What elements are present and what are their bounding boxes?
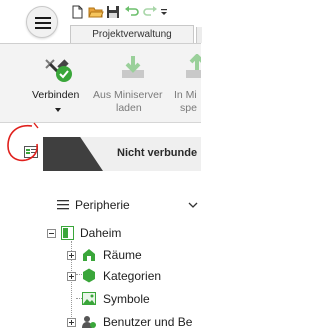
periphery-header[interactable]: Peripherie bbox=[57, 196, 201, 214]
save-label-line1: In Mi bbox=[174, 89, 197, 101]
redo-icon[interactable] bbox=[142, 5, 157, 19]
download-icon bbox=[122, 56, 144, 78]
undo-icon[interactable] bbox=[124, 5, 139, 19]
customize-toolbar-icon[interactable] bbox=[160, 5, 168, 19]
hamburger-icon bbox=[35, 17, 51, 19]
tree-item-label: Räume bbox=[103, 248, 142, 262]
tree-item-kategorien[interactable]: Kategorien bbox=[44, 266, 201, 286]
tree-item-label: Symbole bbox=[103, 292, 150, 306]
connect-label: Verbinden bbox=[32, 89, 80, 101]
main-menu-button[interactable] bbox=[26, 6, 58, 38]
expand-toggle[interactable] bbox=[67, 318, 76, 327]
collapse-toggle[interactable] bbox=[47, 229, 56, 238]
ribbon: Verbinden Aus Miniserver laden In Mi spe bbox=[0, 43, 201, 123]
periphery-title: Peripherie bbox=[75, 198, 130, 212]
open-folder-icon[interactable] bbox=[88, 5, 104, 19]
periphery-tree: Daheim Räume Kategorien Symbole Benutzer… bbox=[44, 223, 201, 330]
tree-item-daheim[interactable]: Daheim bbox=[44, 223, 201, 243]
save-icon[interactable] bbox=[106, 5, 120, 19]
tree-item-benutzer[interactable]: Benutzer und Be bbox=[44, 312, 201, 330]
room-icon bbox=[83, 249, 95, 261]
red-annotation-mark bbox=[7, 122, 39, 162]
tree-item-label: Benutzer und Be bbox=[103, 315, 193, 329]
chevron-down-icon bbox=[55, 108, 61, 112]
tree-item-symbole[interactable]: Symbole bbox=[44, 289, 201, 309]
tab-projektverwaltung[interactable]: Projektverwaltung bbox=[70, 25, 194, 43]
load-label-line1: Aus Miniserver bbox=[93, 89, 163, 101]
load-label-line2: laden bbox=[116, 102, 142, 114]
chevron-down-icon[interactable] bbox=[188, 202, 198, 209]
expand-toggle[interactable] bbox=[67, 272, 76, 281]
house-icon bbox=[61, 226, 74, 240]
tree-item-raeume[interactable]: Räume bbox=[44, 245, 201, 265]
upload-icon bbox=[186, 54, 201, 78]
save-label-line2: spe bbox=[180, 102, 197, 114]
users-icon bbox=[82, 316, 96, 328]
list-icon bbox=[57, 200, 69, 210]
quick-access-toolbar bbox=[70, 4, 168, 20]
save-to-miniserver-button[interactable]: In Mi spe bbox=[174, 52, 201, 118]
connection-status-text: Nicht verbunde bbox=[117, 147, 198, 159]
new-file-icon[interactable] bbox=[70, 5, 84, 19]
tree-item-label: Kategorien bbox=[103, 269, 162, 283]
expand-toggle[interactable] bbox=[67, 251, 76, 260]
connect-button[interactable]: Verbinden bbox=[32, 52, 80, 118]
plug-connect-icon bbox=[45, 59, 72, 82]
tree-item-label: Daheim bbox=[80, 226, 122, 240]
load-from-miniserver-button[interactable]: Aus Miniserver laden bbox=[93, 52, 169, 118]
tab-next[interactable] bbox=[196, 27, 202, 43]
image-icon bbox=[82, 292, 96, 305]
category-hexagon-icon bbox=[83, 268, 95, 283]
ribbon-tab-bar: Projektverwaltung bbox=[62, 25, 202, 43]
